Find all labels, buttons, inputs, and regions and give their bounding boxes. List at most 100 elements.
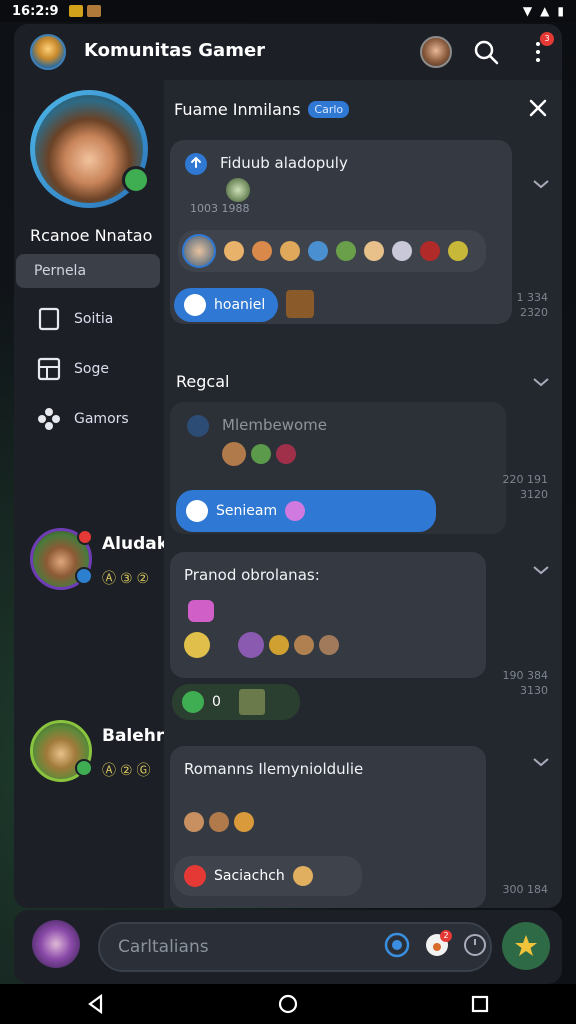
emoji-icon xyxy=(224,241,244,261)
reply-chip[interactable]: Saciachch xyxy=(174,856,362,896)
sidebar-item-soitia[interactable]: Soitia xyxy=(18,302,162,336)
sidebar-item-label: Pernela xyxy=(34,263,87,279)
community-logo-icon[interactable] xyxy=(30,34,66,70)
section-title: Regcal xyxy=(176,372,230,391)
member-stats: Ⓐ③② xyxy=(102,571,154,587)
post-card[interactable]: Romanns Ilemynioldulie Saciachch xyxy=(170,746,486,908)
reaction-row xyxy=(184,632,339,658)
post-card[interactable]: Pranod obrolanas: xyxy=(170,552,486,678)
home-icon[interactable] xyxy=(277,993,299,1015)
sidebar-item-pernela[interactable]: Pernela xyxy=(16,254,160,288)
post-meta: 220 191 3120 xyxy=(502,473,549,501)
emoji-icon xyxy=(209,812,229,832)
reaction-row xyxy=(184,812,254,832)
chevron-down-icon[interactable] xyxy=(532,756,550,768)
member-item[interactable]: Balehr Ⓐ②Ⓖ xyxy=(30,720,180,790)
reply-chip[interactable]: Senieam xyxy=(176,490,436,532)
emoji-icon xyxy=(234,812,254,832)
user-avatar[interactable] xyxy=(420,36,452,68)
app-header: Komunitas Gamer 3 xyxy=(14,24,562,80)
recents-icon[interactable] xyxy=(469,993,491,1015)
member-avatar xyxy=(30,528,93,590)
back-icon[interactable] xyxy=(85,993,107,1015)
reply-chip-label: Senieam xyxy=(216,503,278,519)
reply-chip[interactable]: hoaniel xyxy=(174,288,278,322)
chevron-down-icon[interactable] xyxy=(532,564,550,576)
emoji-icon xyxy=(448,241,468,261)
check-icon xyxy=(182,691,204,713)
gamepad-icon xyxy=(38,408,60,430)
post-title: Pranod obrolanas: xyxy=(184,566,320,584)
emoji-icon xyxy=(276,444,296,464)
status-bar: 16:2:9 ▼ ▲ ▮ xyxy=(0,0,576,22)
thread-header: Fuame Inmilans Carlo xyxy=(174,100,350,119)
composer-badge: 2 xyxy=(440,930,452,942)
member-name: Balehr xyxy=(102,726,165,746)
system-nav-bar xyxy=(0,984,576,1024)
emoji-icon xyxy=(252,241,272,261)
emoji-icon xyxy=(222,442,246,466)
emoji-icon xyxy=(392,241,412,261)
emoji-icon xyxy=(319,635,339,655)
sidebar-item-label: Soitia xyxy=(74,311,114,327)
emoji-icon xyxy=(280,241,300,261)
sidebar-item-gamors[interactable]: Gamors xyxy=(18,402,162,436)
reactor-avatar xyxy=(182,234,216,268)
post-title: Romanns Ilemynioldulie xyxy=(184,760,364,778)
post-card[interactable]: Fiduub aladopuly 1003 1988 hoaniel xyxy=(170,140,512,324)
post-author-avatar xyxy=(226,178,250,202)
reply-chip-label: hoaniel xyxy=(214,297,266,313)
emoji-icon xyxy=(184,632,210,658)
chevron-down-icon[interactable] xyxy=(532,178,550,190)
notification-dot-icon xyxy=(77,529,93,545)
member-item[interactable]: Aludak Ⓐ③② xyxy=(30,528,180,598)
post-meta: 1 334 2320 xyxy=(516,291,549,319)
thread-panel: Fuame Inmilans Carlo Fiduub aladopuly 10… xyxy=(164,80,562,908)
sidebar-item-soge[interactable]: Soge xyxy=(18,352,162,386)
emoji-icon xyxy=(292,866,313,886)
post-title: Mlembewome xyxy=(222,416,327,434)
attachment-thumb xyxy=(238,689,265,715)
sidebar-item-label: Soge xyxy=(74,361,109,377)
search-icon[interactable] xyxy=(470,36,502,68)
system-icons: ▼ ▲ ▮ xyxy=(523,4,564,18)
post-title: Fiduub aladopuly xyxy=(220,154,348,172)
clock-icon[interactable] xyxy=(462,932,488,958)
profile-avatar[interactable] xyxy=(30,90,150,208)
post-meta: 300 184 xyxy=(502,883,549,896)
post-meta: 190 384 3130 xyxy=(502,669,549,697)
chevron-down-icon[interactable] xyxy=(532,376,550,388)
emoji-icon xyxy=(420,241,440,261)
message-placeholder: Carltalians xyxy=(118,937,209,957)
record-icon[interactable] xyxy=(384,932,410,958)
heart-icon xyxy=(188,600,214,622)
emoji-icon xyxy=(251,444,271,464)
reply-chip-label: Saciachch xyxy=(214,868,285,884)
composer-avatar[interactable] xyxy=(32,920,80,968)
emoji-icon xyxy=(336,241,356,261)
wifi-icon: ▼ xyxy=(522,4,533,18)
emoji-icon xyxy=(294,635,314,655)
reaction-bar[interactable] xyxy=(178,230,486,272)
reply-chip[interactable]: 0 xyxy=(172,684,300,720)
close-icon[interactable] xyxy=(526,96,550,120)
profile-name: Rcanoe Nnatao xyxy=(30,226,153,245)
notification-icons xyxy=(68,5,101,17)
send-button[interactable] xyxy=(502,922,550,970)
square-icon xyxy=(38,307,60,331)
star-icon xyxy=(515,935,537,956)
sidebar: Rcanoe Nnatao Pernela Soitia Soge Gamors… xyxy=(14,80,168,908)
status-dot-icon xyxy=(75,759,93,777)
verified-check-icon xyxy=(122,166,150,194)
status-dot-icon xyxy=(75,567,93,585)
attachment-thumb[interactable] xyxy=(286,290,314,318)
alert-icon xyxy=(184,865,206,887)
emoji-icon xyxy=(269,635,289,655)
status-time: 16:2:9 xyxy=(12,3,59,19)
sidebar-item-label: Gamors xyxy=(74,411,129,427)
signal-icon: ▲ xyxy=(540,4,550,18)
page-title: Komunitas Gamer xyxy=(84,40,266,61)
main-panel: Komunitas Gamer 3 Rcanoe Nnatao Pernela … xyxy=(14,24,562,908)
emoji-icon xyxy=(285,501,306,521)
emoji-icon xyxy=(364,241,384,261)
